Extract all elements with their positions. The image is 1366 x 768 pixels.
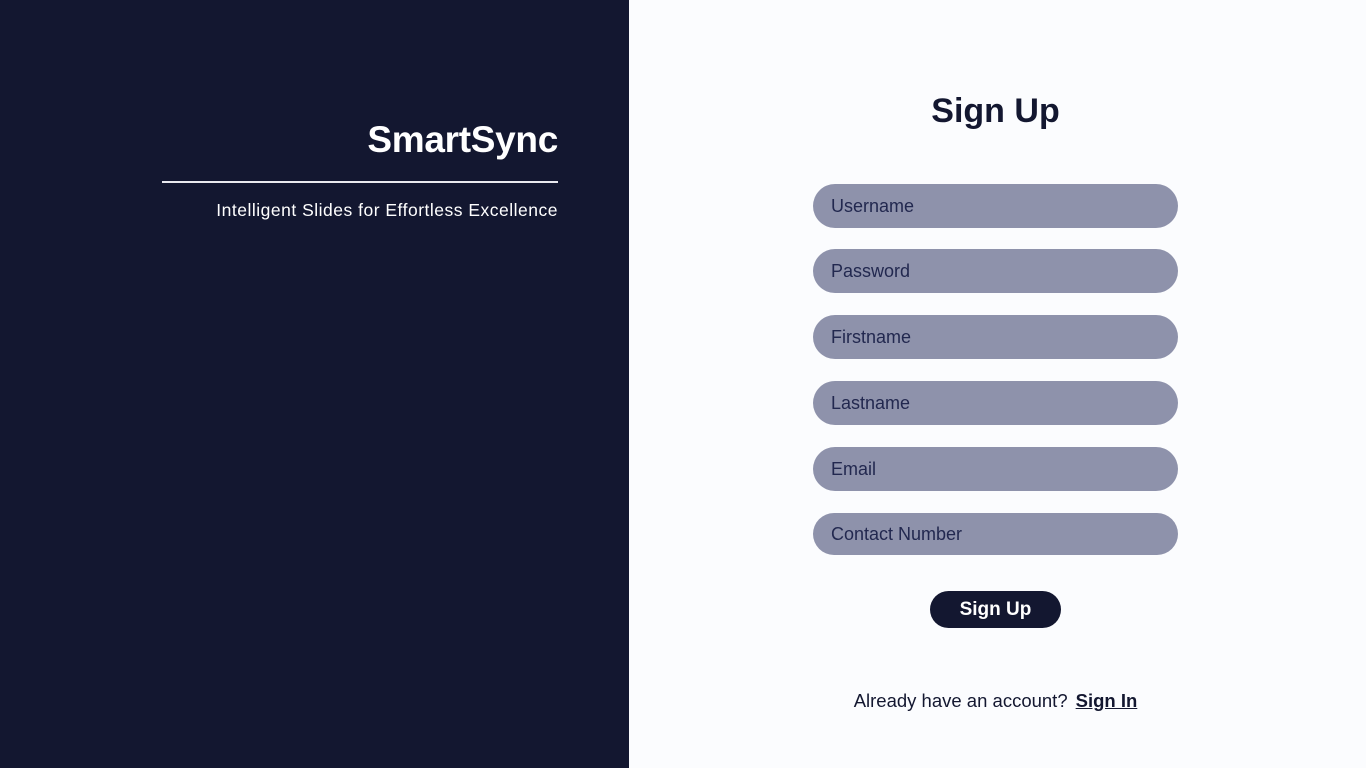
signin-prompt-row: Already have an account? Sign In: [629, 690, 1362, 712]
sign-in-link[interactable]: Sign In: [1076, 690, 1138, 711]
firstname-field[interactable]: [813, 315, 1178, 359]
brand-divider: [162, 181, 558, 183]
contact-number-field[interactable]: [813, 513, 1178, 555]
brand-panel: SmartSync Intelligent Slides for Effortl…: [0, 0, 629, 768]
brand-tagline: Intelligent Slides for Effortless Excell…: [216, 200, 558, 220]
lastname-field[interactable]: [813, 381, 1178, 425]
password-field[interactable]: [813, 249, 1178, 293]
signup-form-panel: Sign Up Sign Up Already have an account?…: [629, 0, 1366, 768]
form-title: Sign Up: [931, 92, 1060, 130]
email-field[interactable]: [813, 447, 1178, 491]
sign-up-button[interactable]: Sign Up: [930, 591, 1061, 628]
signin-prompt-text: Already have an account?: [853, 690, 1068, 711]
signup-page: SmartSync Intelligent Slides for Effortl…: [0, 0, 1366, 768]
username-field[interactable]: [813, 184, 1178, 228]
brand-title: SmartSync: [367, 119, 558, 160]
